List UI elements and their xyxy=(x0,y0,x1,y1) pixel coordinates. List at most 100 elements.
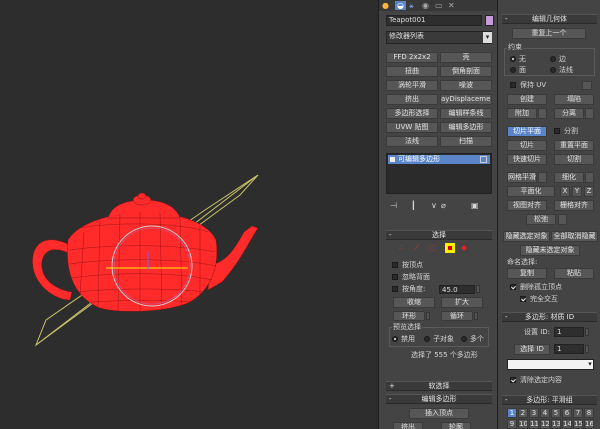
teapot-scene[interactable] xyxy=(0,0,378,429)
modifier-extrude-button[interactable]: 挤出 xyxy=(386,94,438,105)
select-id-spinner[interactable] xyxy=(585,345,589,353)
reset-plane-button[interactable]: 重置平面 xyxy=(554,140,594,151)
smoothing-group-button[interactable]: 9 xyxy=(507,419,517,429)
smoothing-group-button[interactable]: 1 xyxy=(507,408,517,418)
preserve-uvs-checkbox[interactable] xyxy=(510,82,516,88)
motion-tab-icon[interactable]: ◉ xyxy=(422,1,429,10)
modifier-bevel-profile-button[interactable]: 倒角剖面 xyxy=(440,66,492,77)
planar-z-button[interactable]: Z xyxy=(584,186,594,197)
ignore-backface-checkbox[interactable] xyxy=(392,274,398,280)
outline-button[interactable]: 轮廓 xyxy=(441,422,471,429)
angle-field[interactable]: 45.0 xyxy=(439,285,475,294)
show-end-result-icon[interactable]: ┃ xyxy=(411,201,416,210)
smoothing-group-button[interactable]: 11 xyxy=(529,419,539,429)
insert-vertex-button[interactable]: 插入顶点 xyxy=(409,408,469,419)
meshsmooth-button[interactable]: 网格平滑 xyxy=(507,172,537,183)
smoothing-group-button[interactable]: 10 xyxy=(518,419,528,429)
preserve-uvs-settings-button[interactable] xyxy=(582,81,592,90)
smoothing-group-button[interactable]: 15 xyxy=(573,419,583,429)
modifier-uvw-map-button[interactable]: UVW 贴图 xyxy=(386,122,438,133)
constraint-edge-radio[interactable] xyxy=(550,56,556,62)
border-subobject-icon[interactable]: ◌ xyxy=(429,243,436,252)
modifier-displacement-button[interactable]: ayDisplacementM xyxy=(440,94,492,105)
paste-button[interactable]: 粘贴 xyxy=(554,268,594,279)
split-checkbox[interactable] xyxy=(554,128,560,134)
modifier-twist-button[interactable]: 扭曲 xyxy=(386,66,438,77)
smoothing-group-button[interactable]: 8 xyxy=(584,408,594,418)
display-tab-icon[interactable]: ▭ xyxy=(435,1,443,10)
smoothing-group-button[interactable]: 7 xyxy=(573,408,583,418)
material-name-arrow-icon[interactable]: ▾ xyxy=(586,360,594,369)
smoothing-group-button[interactable]: 13 xyxy=(551,419,561,429)
relax-button[interactable]: 松弛 xyxy=(526,214,556,225)
selection-rollout-header[interactable]: - 选择 xyxy=(386,230,492,240)
modifier-edit-poly-button[interactable]: 编辑多边形 xyxy=(440,122,492,133)
soft-selection-rollout-header[interactable]: + 软选择 xyxy=(386,381,492,391)
modifier-list-arrow-icon[interactable]: ▾ xyxy=(483,32,492,43)
detach-settings-button[interactable] xyxy=(585,108,594,119)
constraint-normal-radio[interactable] xyxy=(550,67,556,73)
clear-selection-checkbox[interactable] xyxy=(510,377,516,383)
remove-modifier-icon[interactable]: ⌀ xyxy=(441,201,446,210)
make-unique-icon[interactable]: ∨ xyxy=(431,201,437,210)
ring-spinner[interactable] xyxy=(426,312,430,320)
planar-y-button[interactable]: Y xyxy=(572,186,582,197)
polygon-subobject-icon[interactable] xyxy=(445,243,455,253)
smoothing-group-button[interactable]: 16 xyxy=(584,419,594,429)
edit-polygons-rollout-header[interactable]: - 编辑多边形 xyxy=(386,394,492,404)
modifier-shell-button[interactable]: 壳 xyxy=(440,52,492,63)
modifier-noise-button[interactable]: 噪波 xyxy=(440,80,492,91)
configure-modifier-icon[interactable]: ▣ xyxy=(471,201,479,210)
stack-light-icon[interactable] xyxy=(390,157,395,162)
smoothing-group-button[interactable]: 14 xyxy=(562,419,572,429)
meshsmooth-settings-button[interactable] xyxy=(538,172,547,183)
cut-button[interactable]: 切割 xyxy=(554,154,594,165)
preview-multi-radio[interactable] xyxy=(461,336,467,342)
unhide-all-button[interactable]: 全部取消隐藏 xyxy=(551,231,598,242)
planar-x-button[interactable]: X xyxy=(560,186,570,197)
modifier-poly-select-button[interactable]: 多边形选择 xyxy=(386,108,438,119)
loop-spinner[interactable] xyxy=(474,312,478,320)
detach-button[interactable]: 分离 xyxy=(554,108,584,119)
object-name-field[interactable]: Teapot001 xyxy=(386,15,482,26)
select-id-button[interactable]: 选择 ID xyxy=(514,344,550,355)
smoothing-groups-rollout-header[interactable]: - 多边形: 平滑组 xyxy=(502,395,597,405)
ring-button[interactable]: 环形 xyxy=(393,311,425,321)
grow-button[interactable]: 扩大 xyxy=(441,297,483,308)
copy-button[interactable]: 复制 xyxy=(507,268,547,279)
constraint-none-radio[interactable] xyxy=(510,56,516,62)
vertex-subobject-icon[interactable]: ∴ xyxy=(399,243,404,252)
loop-button[interactable]: 循环 xyxy=(441,311,473,321)
modifier-turbosmooth-button[interactable]: 涡轮平滑 xyxy=(386,80,438,91)
tessellate-settings-button[interactable] xyxy=(585,172,594,183)
set-id-spinner[interactable] xyxy=(585,328,589,336)
slice-button[interactable]: 切片 xyxy=(507,140,547,151)
delete-isolated-checkbox[interactable] xyxy=(510,284,516,290)
preview-disabled-radio[interactable] xyxy=(392,336,398,342)
object-color-swatch[interactable] xyxy=(485,15,494,26)
relax-settings-button[interactable] xyxy=(558,214,567,225)
set-id-field[interactable]: 1 xyxy=(554,327,584,337)
material-name-dropdown[interactable] xyxy=(507,359,594,370)
view-align-button[interactable]: 视图对齐 xyxy=(507,200,547,211)
hide-unselected-button[interactable]: 隐藏未选定对象 xyxy=(520,245,580,256)
extrude-button[interactable]: 挤出 xyxy=(393,422,423,429)
shrink-button[interactable]: 收缩 xyxy=(393,297,435,308)
hierarchy-tab-icon[interactable]: ⚹ xyxy=(409,1,414,10)
stack-item-editable-poly[interactable]: 可编辑多边形 xyxy=(388,155,490,164)
select-id-field[interactable]: 1 xyxy=(554,344,584,354)
smoothing-group-button[interactable]: 12 xyxy=(540,419,550,429)
modifier-sweep-button[interactable]: 扫描 xyxy=(440,136,492,147)
by-vertex-checkbox[interactable] xyxy=(392,262,398,268)
make-planar-button[interactable]: 平面化 xyxy=(507,186,555,197)
smoothing-group-button[interactable]: 4 xyxy=(540,408,550,418)
modifier-list-dropdown[interactable]: 修改器列表 xyxy=(386,31,492,44)
quickslice-button[interactable]: 快速切片 xyxy=(507,154,547,165)
angle-spinner[interactable] xyxy=(476,285,480,293)
tessellate-button[interactable]: 细化 xyxy=(554,172,584,183)
modifier-normal-button[interactable]: 法线 xyxy=(386,136,438,147)
element-subobject-icon[interactable]: ◆ xyxy=(461,243,467,252)
attach-button[interactable]: 附加 xyxy=(507,108,537,119)
repeat-last-button[interactable]: 重复上一个 xyxy=(512,28,586,39)
smoothing-group-button[interactable]: 2 xyxy=(518,408,528,418)
